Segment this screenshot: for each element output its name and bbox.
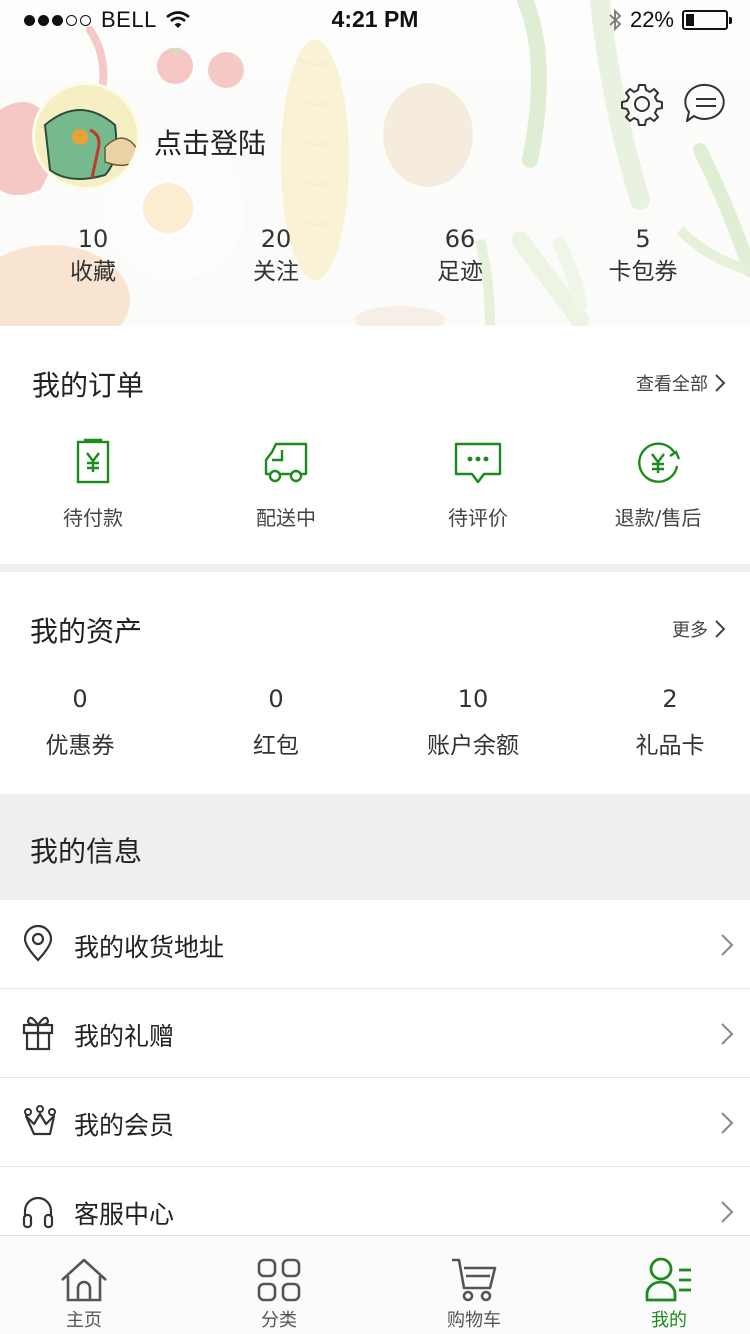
asset-value: 10 <box>457 685 489 713</box>
view-all-orders-link[interactable]: 查看全部 <box>636 370 726 396</box>
avatar[interactable] <box>32 82 140 190</box>
info-section-header: 我的信息 <box>0 794 750 900</box>
payment-pending-icon <box>76 438 110 484</box>
menu-item-label: 我的会员 <box>74 1111 175 1140</box>
login-link[interactable]: 点击登陆 <box>154 122 266 162</box>
asset-value: 0 <box>268 685 284 713</box>
stat-coupon-wallet[interactable]: 5 卡包券 <box>583 222 703 288</box>
gift-icon <box>22 1016 54 1051</box>
view-all-label: 查看全部 <box>636 374 708 395</box>
asset-gift-cards[interactable]: 2 礼品卡 <box>590 684 750 760</box>
menu-item-gifts[interactable]: 我的礼赠 <box>0 989 750 1078</box>
battery-icon <box>682 10 732 30</box>
stat-footprints[interactable]: 66 足迹 <box>400 222 520 288</box>
menu-item-membership[interactable]: 我的会员 <box>0 1078 750 1167</box>
asset-value: 0 <box>72 685 88 713</box>
bottom-tab-bar: 主页 分类 购物车 我的 <box>0 1235 750 1334</box>
asset-red-packets[interactable]: 0 红包 <box>196 684 356 760</box>
location-pin-icon <box>23 924 53 962</box>
stat-following[interactable]: 20 关注 <box>216 222 336 288</box>
home-icon <box>61 1258 107 1302</box>
stat-value: 20 <box>260 225 292 253</box>
membership-crown-icon <box>24 1105 56 1136</box>
stat-value: 10 <box>77 225 109 253</box>
tab-category[interactable]: 分类 <box>209 1236 349 1334</box>
category-grid-icon <box>257 1258 301 1302</box>
chevron-right-icon <box>721 1201 734 1223</box>
stat-value: 5 <box>635 225 651 253</box>
order-status-label: 退款/售后 <box>614 506 702 530</box>
asset-account-balance[interactable]: 10 账户余额 <box>393 684 553 760</box>
stat-value: 66 <box>444 225 476 253</box>
chevron-right-icon <box>715 374 726 392</box>
order-refund-aftersales[interactable]: 退款/售后 <box>578 438 738 531</box>
tab-label: 主页 <box>66 1310 102 1331</box>
status-bar: BELL 4:21 PM 22% <box>0 0 750 40</box>
delivery-truck-icon <box>264 442 308 483</box>
tab-cart[interactable]: 购物车 <box>404 1236 544 1334</box>
more-assets-link[interactable]: 更多 <box>672 616 726 642</box>
asset-label: 账户余额 <box>427 733 519 759</box>
order-status-label: 待付款 <box>63 506 123 530</box>
stat-favorites[interactable]: 10 收藏 <box>33 222 153 288</box>
menu-item-shipping-address[interactable]: 我的收货地址 <box>0 900 750 989</box>
tab-label: 我的 <box>651 1310 687 1331</box>
chevron-right-icon <box>721 1023 734 1045</box>
more-label: 更多 <box>672 620 708 641</box>
profile-icon <box>645 1257 691 1302</box>
message-icon[interactable] <box>684 82 728 126</box>
menu-item-label: 我的收货地址 <box>74 933 225 962</box>
stat-label: 足迹 <box>437 259 483 285</box>
headphones-icon <box>22 1196 54 1229</box>
order-in-delivery[interactable]: 配送中 <box>206 438 366 531</box>
tab-home[interactable]: 主页 <box>14 1236 154 1334</box>
tab-label: 分类 <box>261 1310 297 1331</box>
refund-icon <box>638 442 681 483</box>
cart-icon <box>452 1258 497 1302</box>
stat-label: 关注 <box>253 259 299 285</box>
orders-title: 我的订单 <box>32 369 145 402</box>
order-status-label: 待评价 <box>448 506 508 530</box>
asset-label: 红包 <box>253 733 299 759</box>
asset-label: 优惠券 <box>45 733 115 759</box>
bluetooth-icon <box>609 8 622 32</box>
menu-item-label: 我的礼赠 <box>74 1022 175 1051</box>
tab-profile[interactable]: 我的 <box>599 1236 739 1334</box>
order-pending-review[interactable]: 待评价 <box>398 438 558 531</box>
battery-percent: 22% <box>629 7 674 32</box>
chevron-right-icon <box>721 934 734 956</box>
menu-item-label: 客服中心 <box>74 1200 175 1229</box>
section-divider <box>0 564 750 572</box>
orders-section: 我的订单 查看全部 待付款 配送中 待评价 退款/售后 <box>0 326 750 564</box>
stat-label: 卡包券 <box>608 259 678 285</box>
profile-stats: 10 收藏 20 关注 66 足迹 5 卡包券 <box>0 222 750 302</box>
assets-title: 我的资产 <box>30 615 143 648</box>
gear-icon[interactable] <box>620 82 664 126</box>
order-pending-payment[interactable]: 待付款 <box>13 438 173 531</box>
asset-value: 2 <box>662 685 678 713</box>
asset-coupons[interactable]: 0 优惠券 <box>0 684 160 760</box>
chevron-right-icon <box>721 1112 734 1134</box>
tab-label: 购物车 <box>447 1310 501 1331</box>
order-status-label: 配送中 <box>256 506 316 530</box>
review-pending-icon <box>454 442 502 484</box>
assets-section: 我的资产 更多 0 优惠券 0 红包 10 账户余额 2 礼品卡 <box>0 572 750 794</box>
chevron-right-icon <box>715 620 726 638</box>
stat-label: 收藏 <box>70 259 116 285</box>
asset-label: 礼品卡 <box>635 733 705 759</box>
info-title: 我的信息 <box>30 835 143 868</box>
